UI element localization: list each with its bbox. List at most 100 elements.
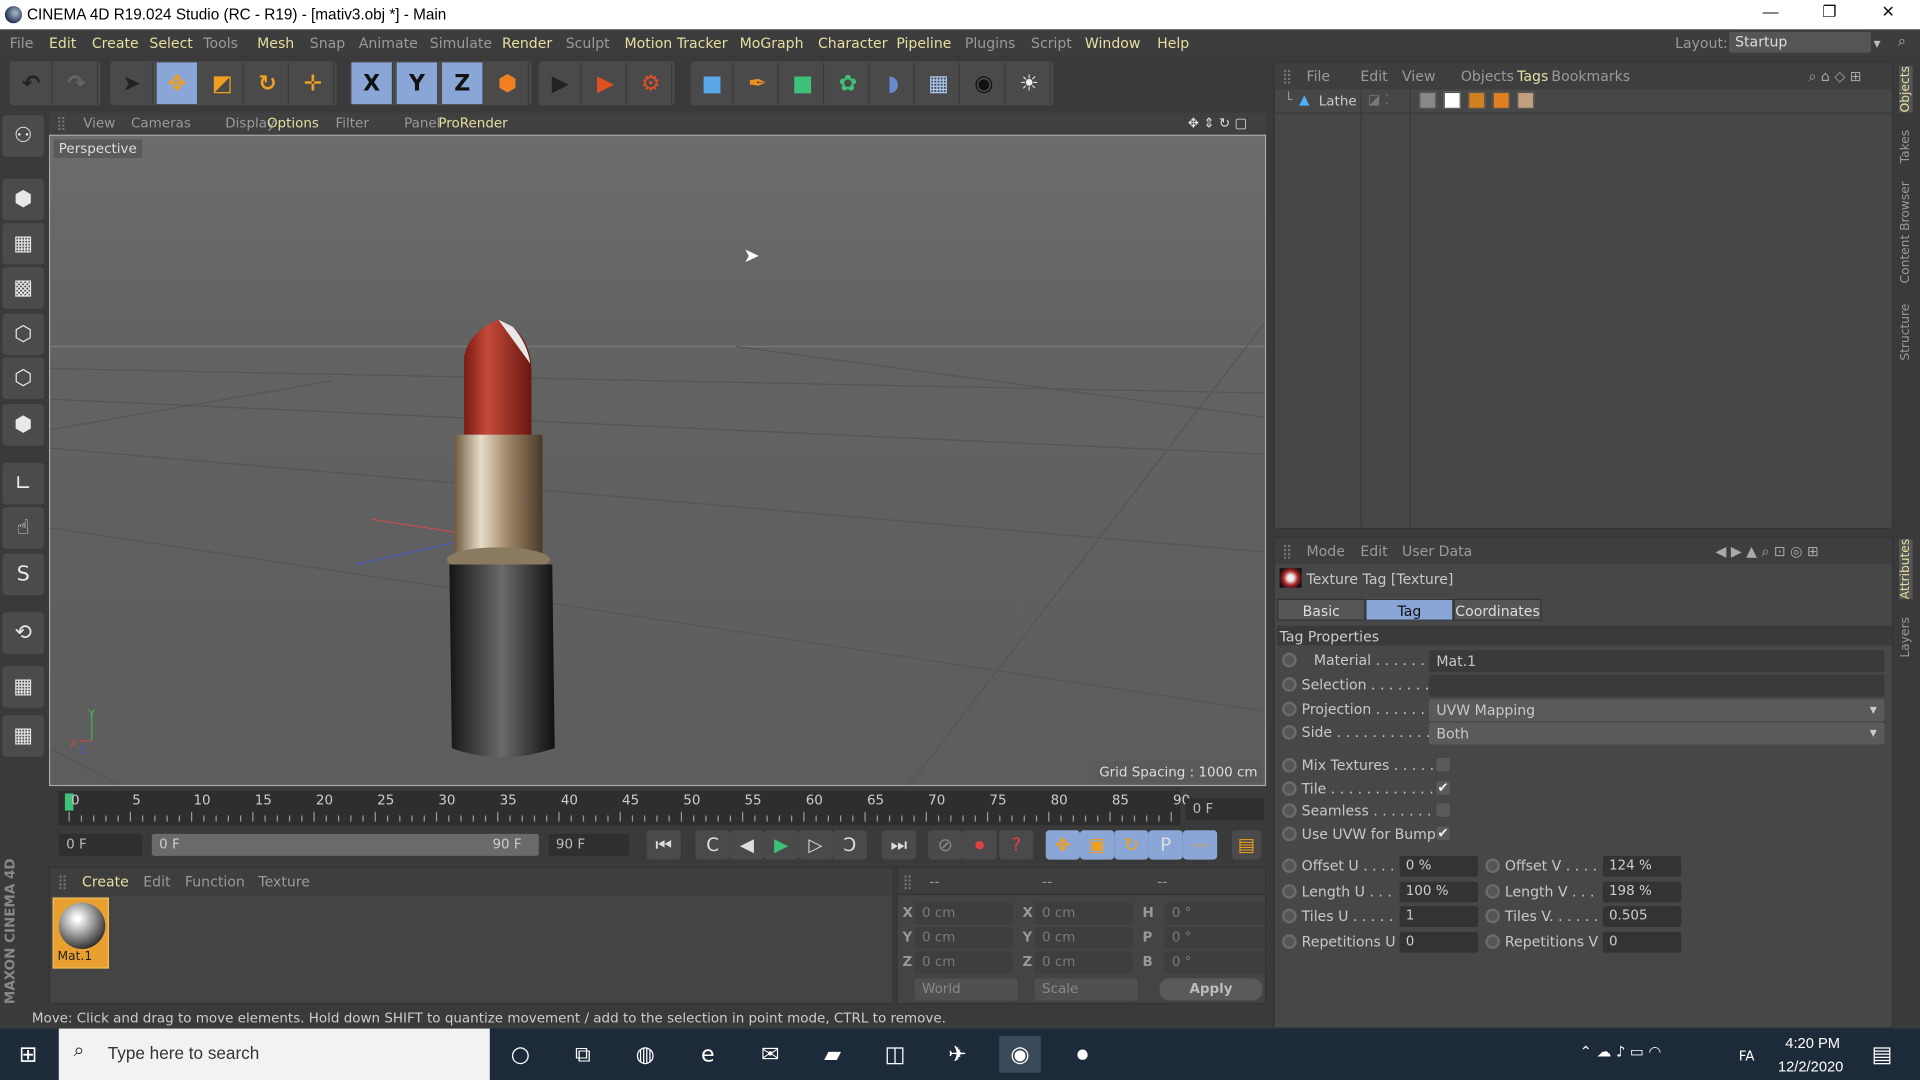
menu-file[interactable]: File xyxy=(1307,67,1331,84)
next-frame-icon[interactable]: ▷ xyxy=(798,830,833,860)
animate-radio-icon[interactable] xyxy=(1282,724,1297,740)
task-view-icon[interactable]: ⧉ xyxy=(562,1036,604,1073)
redo-icon[interactable]: ↷ xyxy=(56,62,98,105)
end-frame-field[interactable]: 90 F xyxy=(548,833,630,856)
length-u-field[interactable]: 100 % xyxy=(1399,881,1478,902)
visibility-toggle[interactable]: ◪ ⁚ xyxy=(1368,92,1389,108)
previous-frame-icon[interactable]: ◀ xyxy=(729,830,765,860)
go-to-start-icon[interactable]: ⏮ xyxy=(646,830,681,860)
subdivision-icon[interactable]: ■ xyxy=(782,62,825,105)
dock-tab-objects[interactable]: Objects xyxy=(1899,66,1913,113)
menu-script[interactable]: Script xyxy=(1031,34,1072,51)
menu-sculpt[interactable]: Sculpt xyxy=(566,34,610,51)
coord-x-field[interactable]: 0 cm xyxy=(1034,902,1133,925)
coord-z-field[interactable]: 0 cm xyxy=(1034,951,1133,974)
menu-character[interactable]: Character xyxy=(818,34,888,51)
make-editable-icon[interactable]: ⚇ xyxy=(2,115,45,157)
drag-handle-icon[interactable]: ⣿ xyxy=(56,115,66,131)
key-parameter-icon[interactable]: P xyxy=(1148,830,1183,860)
axis-mode-icon[interactable]: ∟ xyxy=(2,462,45,505)
checkbox-mix[interactable] xyxy=(1436,757,1450,772)
menu-mesh[interactable]: Mesh xyxy=(257,34,294,51)
animate-radio-icon[interactable] xyxy=(1282,933,1297,949)
offset-v-field[interactable]: 124 % xyxy=(1602,855,1682,877)
projection-value[interactable]: UVW Mapping xyxy=(1428,699,1885,722)
file-explorer-icon[interactable]: ▰ xyxy=(812,1036,854,1073)
coordinate-mode-select[interactable]: Scale xyxy=(1034,978,1138,1001)
menu-bookmarks[interactable]: Bookmarks xyxy=(1551,67,1630,84)
animate-radio-icon[interactable] xyxy=(1485,933,1501,949)
workplane-mode-icon[interactable]: ▩ xyxy=(2,266,45,309)
last-tool-icon[interactable]: ✛ xyxy=(293,62,335,105)
animate-radio-icon[interactable] xyxy=(1485,908,1501,924)
bend-deformer-icon[interactable]: ◗ xyxy=(873,62,915,105)
polygons-mode-icon[interactable]: ⬢ xyxy=(2,404,45,446)
menu-tags[interactable]: Tags xyxy=(1517,67,1548,84)
coord-x-field[interactable]: 0 cm xyxy=(914,902,1013,925)
cube-icon[interactable]: ■ xyxy=(692,62,734,105)
windows-start-icon[interactable]: ⊞ xyxy=(7,1036,49,1073)
key-scale-icon[interactable]: ▣ xyxy=(1080,830,1115,860)
play-icon[interactable]: ▶ xyxy=(764,830,799,860)
menu-tools[interactable]: Tools xyxy=(203,34,238,51)
object-manager-tools[interactable]: ⌕ ⌂ ◇ ⊞ xyxy=(1809,67,1862,85)
material-swatch-mat1[interactable]: Mat.1 xyxy=(52,897,109,969)
menu-mode[interactable]: Mode xyxy=(1307,542,1345,559)
dock-tab-takes[interactable]: Takes xyxy=(1899,130,1912,164)
cloner-icon[interactable]: ✿ xyxy=(828,62,870,105)
menu-options[interactable]: Options xyxy=(267,115,319,131)
menu-edit[interactable]: Edit xyxy=(49,34,76,51)
animate-radio-icon[interactable] xyxy=(1485,858,1501,874)
drag-handle-icon[interactable]: ⣿ xyxy=(1282,67,1292,84)
coordinate-space-select[interactable]: World xyxy=(914,978,1018,1001)
clock-date[interactable]: 12/2/2020 xyxy=(1778,1058,1843,1075)
menu-select[interactable]: Select xyxy=(149,34,192,51)
z-axis-icon[interactable]: Z xyxy=(442,62,484,105)
attribute-nav-tools[interactable]: ◀ ▶ ▲ ⌕ ⊡ ◎ ⊞ xyxy=(1716,542,1819,560)
tab-coordinates[interactable]: Coordinates xyxy=(1453,598,1542,621)
current-frame-field[interactable]: 0 F xyxy=(1185,798,1264,821)
menu-snap[interactable]: Snap xyxy=(310,34,345,51)
frame-range-slider[interactable]: 0 F 90 F xyxy=(151,833,539,856)
dock-tab-layers[interactable]: Layers xyxy=(1899,617,1912,658)
menu-plugins[interactable]: Plugins xyxy=(965,34,1015,51)
solo-icon[interactable]: S xyxy=(2,553,45,596)
light-icon[interactable]: ☀ xyxy=(1009,62,1051,105)
menu-filter[interactable]: Filter xyxy=(336,115,369,131)
dock-tab-attributes[interactable]: Attributes xyxy=(1899,538,1913,600)
repetitions-u-field[interactable]: 0 xyxy=(1399,931,1478,953)
menu-edit[interactable]: Edit xyxy=(1360,542,1387,559)
menu-animate[interactable]: Animate xyxy=(359,34,418,51)
menu-texture[interactable]: Texture xyxy=(258,873,310,890)
pen-icon[interactable]: ✒ xyxy=(737,62,779,105)
autokeying-icon[interactable]: ? xyxy=(999,830,1034,860)
x-axis-icon[interactable]: X xyxy=(351,62,394,105)
coord-z-field[interactable]: 0 cm xyxy=(914,951,1013,974)
material-tag-icon[interactable] xyxy=(1517,91,1535,109)
selection-value[interactable] xyxy=(1428,674,1885,697)
coord-h-field[interactable]: 0 ° xyxy=(1164,902,1265,925)
edges-mode-icon[interactable]: ⬡ xyxy=(2,357,45,400)
menu-create[interactable]: Create xyxy=(82,873,129,890)
tab-basic[interactable]: Basic xyxy=(1277,598,1366,621)
menu-file[interactable]: File xyxy=(10,34,34,51)
menu-function[interactable]: Function xyxy=(185,873,245,890)
side-value[interactable]: Both xyxy=(1428,722,1885,745)
notifications-icon[interactable]: ▤ xyxy=(1861,1036,1903,1073)
animate-radio-icon[interactable] xyxy=(1282,757,1297,773)
timeline-ruler[interactable]: 0 5 10 15 20 25 30 35 40 45 50 55 60 65 70 75 80 85 90 xyxy=(58,791,1190,826)
viewport-perspective[interactable]: Y X Z Perspective Grid Spacing : 1000 cm… xyxy=(48,134,1267,787)
mail-icon[interactable]: ✉ xyxy=(749,1036,791,1073)
animate-radio-icon[interactable] xyxy=(1485,883,1501,899)
menu-panel[interactable]: Panel xyxy=(404,115,440,131)
tab-tag[interactable]: Tag xyxy=(1365,598,1454,621)
menu-simulate[interactable]: Simulate xyxy=(430,34,492,51)
checkbox-seamless[interactable] xyxy=(1436,803,1450,817)
menu-render[interactable]: Render xyxy=(502,34,552,51)
texture-tag-checker-icon[interactable] xyxy=(1443,91,1461,109)
taskbar-search[interactable]: ⌕ Type here to search xyxy=(58,1028,490,1080)
apply-button[interactable]: Apply xyxy=(1159,978,1263,1001)
firefox-icon[interactable]: ◍ xyxy=(624,1036,666,1073)
coord-b-field[interactable]: 0 ° xyxy=(1164,951,1265,974)
menu-mograph[interactable]: MoGraph xyxy=(740,34,804,51)
